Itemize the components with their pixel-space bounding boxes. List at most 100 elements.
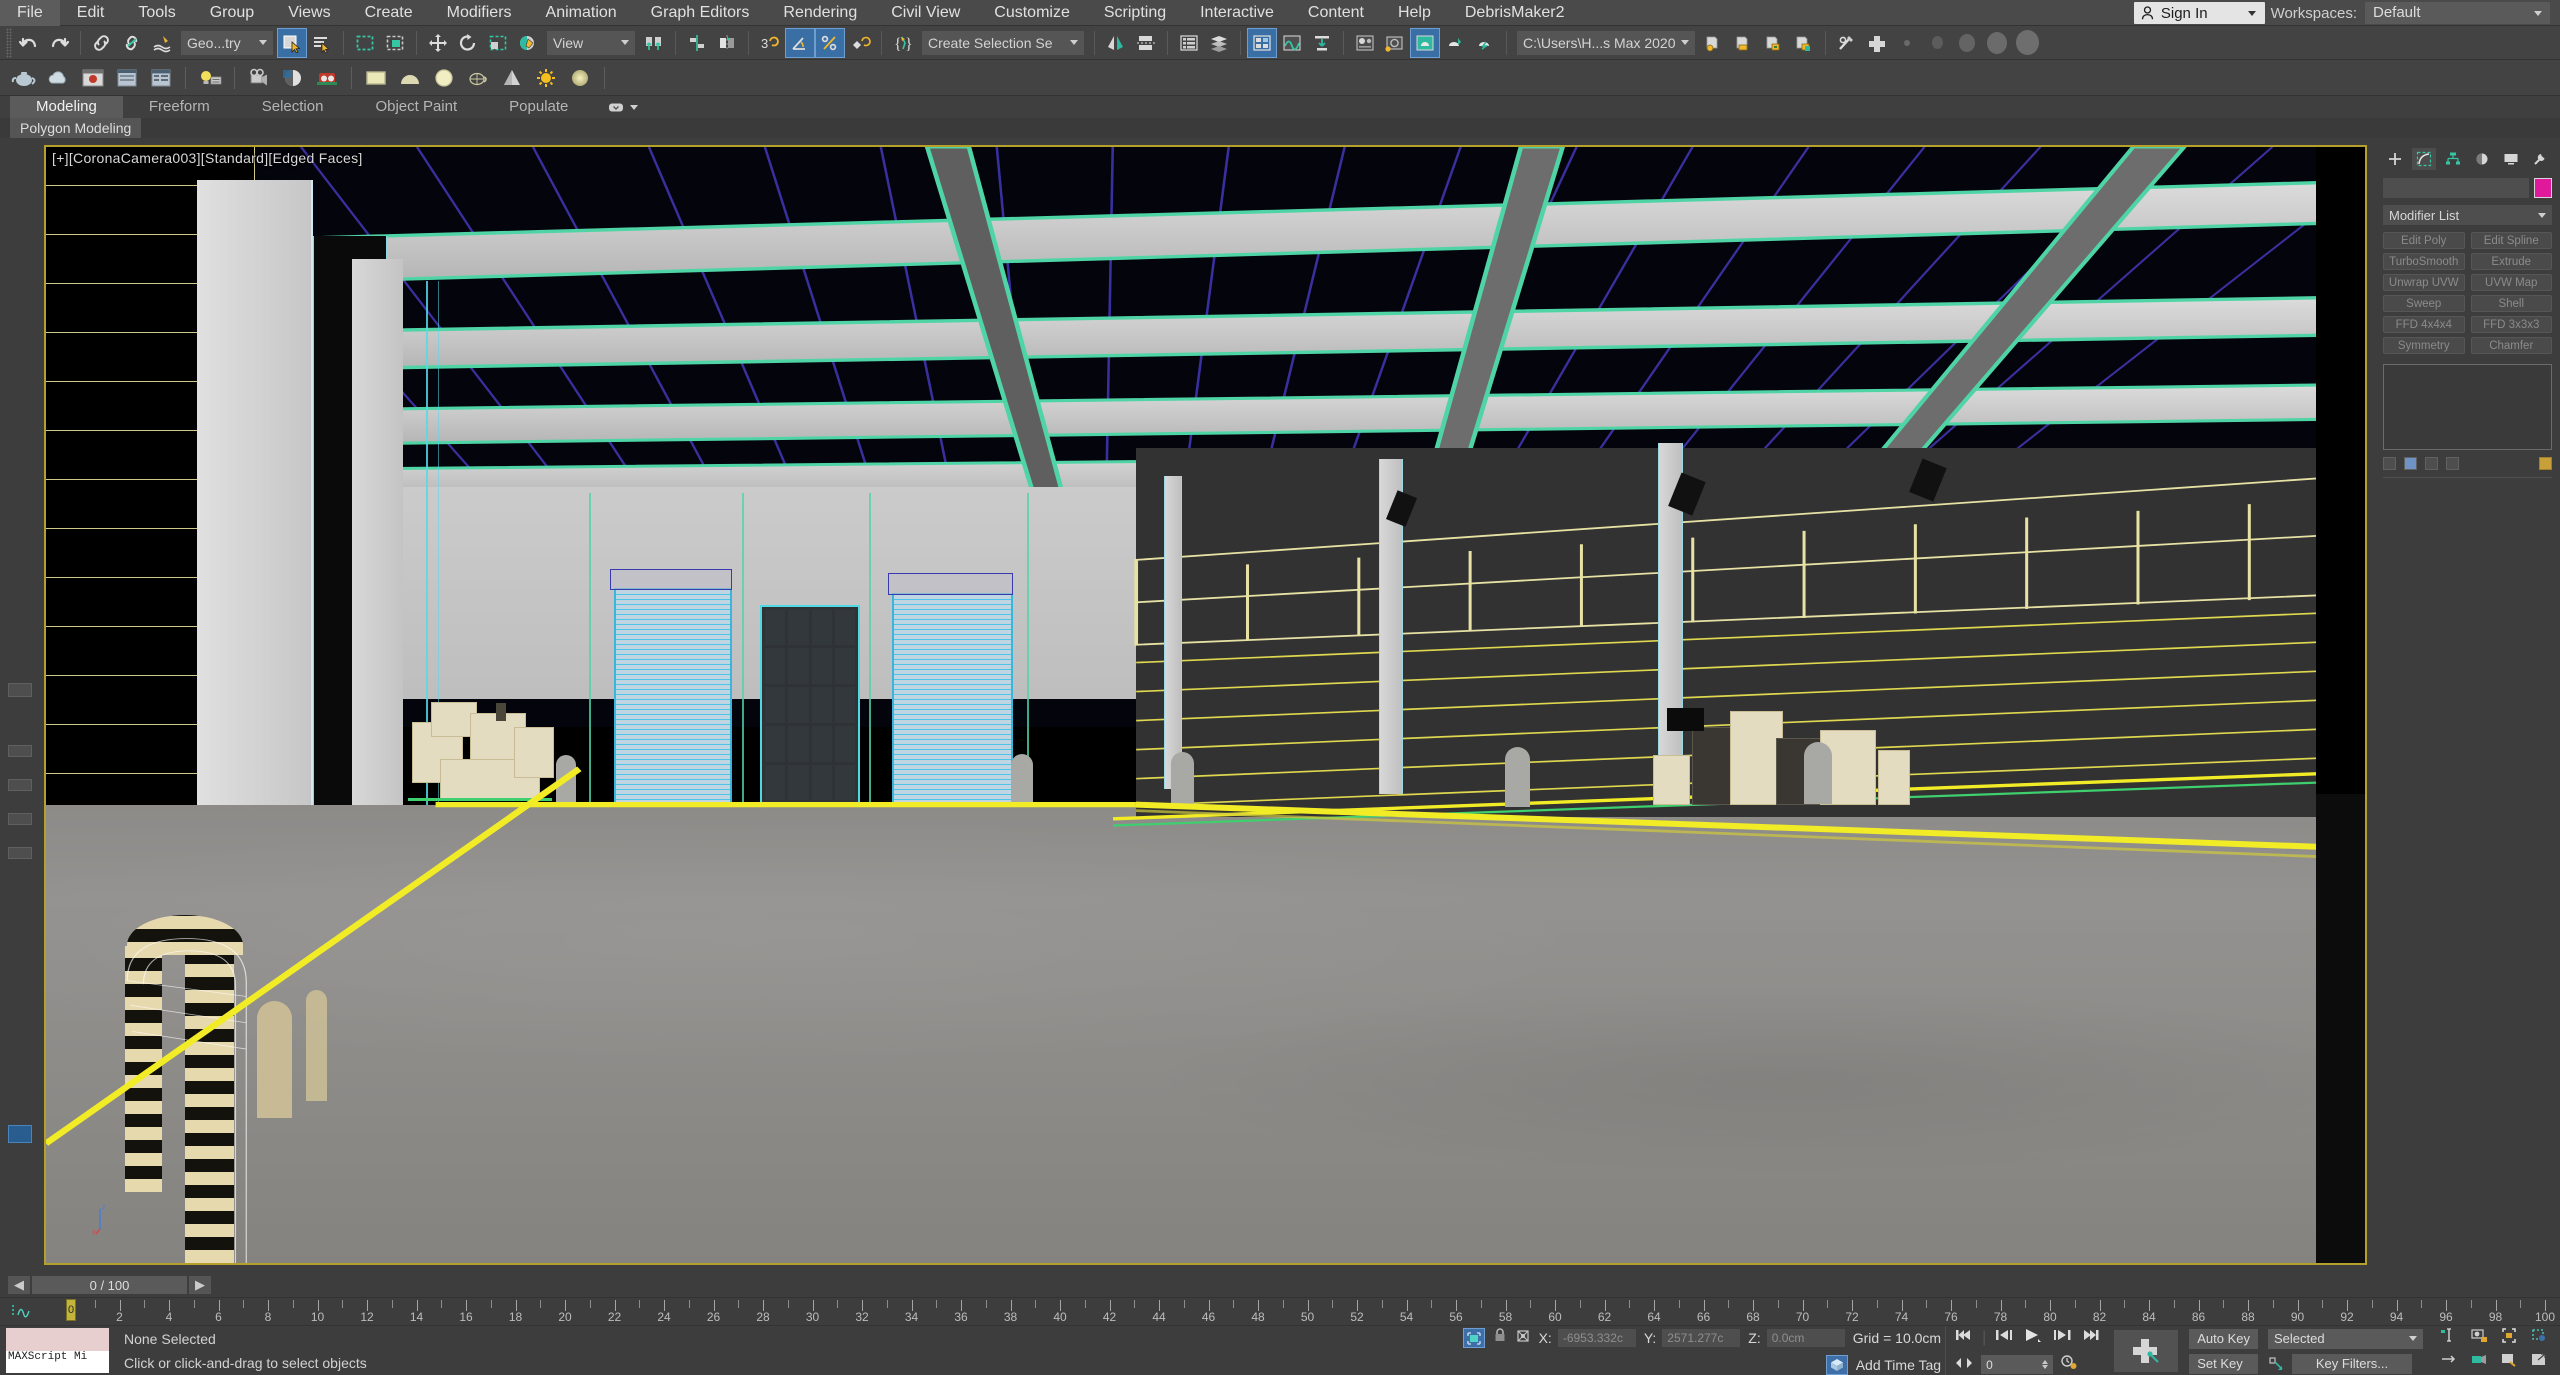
unlink-selection-button[interactable] (117, 28, 147, 58)
configure-modifier-sets-icon[interactable] (2539, 456, 2552, 470)
add-time-tag-button[interactable] (1825, 1355, 1848, 1375)
zoom-region-button[interactable] (2530, 1327, 2548, 1349)
undo-button[interactable] (14, 28, 44, 58)
mirror-geometry-button[interactable] (1101, 28, 1131, 58)
menu-interactive[interactable]: Interactive (1183, 0, 1291, 26)
menu-scripting[interactable]: Scripting (1087, 0, 1183, 26)
absolute-mode-button[interactable] (1515, 1328, 1531, 1349)
redo-button[interactable] (44, 28, 74, 58)
make-unique-icon[interactable] (2425, 456, 2438, 470)
sign-in-caret-icon[interactable] (2247, 10, 2256, 16)
modifier-uvw-map-button[interactable]: UVW Map (2470, 274, 2552, 291)
utilities-tab[interactable] (2528, 148, 2552, 170)
align-objects-button[interactable] (1131, 28, 1161, 58)
rail-tool-2[interactable] (8, 779, 32, 792)
cone-primitive-button[interactable] (495, 62, 529, 94)
modifier-turbosmooth-button[interactable]: TurboSmooth (2383, 253, 2465, 270)
pin-stack-icon[interactable] (2383, 456, 2396, 470)
menu-rendering[interactable]: Rendering (766, 0, 874, 26)
material-slot-2[interactable] (1922, 28, 1952, 58)
teapot-primitive-button[interactable] (461, 62, 495, 94)
zoom-button[interactable] (2440, 1327, 2458, 1349)
polygon-modeling-chip[interactable]: Polygon Modeling (10, 118, 142, 138)
select-by-name-button[interactable] (307, 28, 337, 58)
named-selection-set-combo[interactable]: Create Selection Se (922, 30, 1084, 55)
select-and-link-button[interactable] (87, 28, 117, 58)
select-and-rotate-button[interactable] (453, 28, 483, 58)
save-incremental-button[interactable] (1789, 28, 1819, 58)
scene-explorer-button[interactable] (1204, 28, 1234, 58)
goto-start-button[interactable] (1954, 1328, 1974, 1347)
percent-snap-toggle-button[interactable] (815, 27, 845, 58)
render-window-button[interactable] (76, 62, 110, 94)
modifier-edit-spline-button[interactable]: Edit Spline (2470, 232, 2552, 249)
key-mode-toggle-button[interactable] (1954, 1356, 1974, 1374)
bind-to-space-warp-button[interactable] (147, 28, 177, 58)
maxscript-output-line[interactable] (6, 1328, 109, 1351)
menu-group[interactable]: Group (193, 0, 271, 26)
modifier-sweep-button[interactable]: Sweep (2383, 295, 2465, 312)
render-iterative-button[interactable] (1470, 28, 1500, 58)
pan-button[interactable] (2440, 1352, 2458, 1372)
zoom-all-button[interactable] (2470, 1327, 2489, 1349)
menu-create[interactable]: Create (348, 0, 430, 26)
snap-toggle-3d-button[interactable]: 3 (755, 28, 785, 58)
rendered-frame-window-button[interactable] (1410, 27, 1440, 58)
cloud-preview-button[interactable] (42, 62, 76, 94)
motion-tab[interactable] (2470, 148, 2494, 170)
object-color-swatch[interactable] (2534, 178, 2552, 198)
menu-customize[interactable]: Customize (977, 0, 1087, 26)
utilities-button[interactable] (1832, 28, 1862, 58)
rail-expand-button[interactable] (8, 682, 32, 697)
y-value-field[interactable]: 2571.277c (1662, 1329, 1741, 1347)
material-editor-button[interactable] (1350, 28, 1380, 58)
display-tab[interactable] (2499, 148, 2523, 170)
maxscript-input-line[interactable]: MAXScript Mi (6, 1350, 109, 1373)
z-value-field[interactable]: 0.0cm (1766, 1329, 1845, 1347)
rail-tool-1[interactable] (8, 745, 32, 758)
mirror-button[interactable] (712, 28, 742, 58)
ribbon-overflow-button[interactable] (594, 96, 652, 118)
key-selection-combo[interactable]: Selected (2268, 1328, 2423, 1349)
select-and-scale-button[interactable] (483, 28, 513, 58)
use-pivot-point-center-button[interactable] (639, 28, 669, 58)
set-key-plus-button[interactable] (2114, 1330, 2179, 1372)
modifier-list-dropdown[interactable]: Modifier List (2383, 205, 2552, 225)
render-production-button[interactable] (1440, 28, 1470, 58)
prev-key-button[interactable] (1994, 1328, 2014, 1347)
sphere-light-button[interactable] (563, 62, 597, 94)
set-key-filter-icon[interactable] (2268, 1356, 2286, 1372)
maxscript-mini-listener[interactable]: MAXScript Mi (0, 1326, 112, 1375)
material-slot-4[interactable] (1982, 28, 2012, 58)
schematic-view-button[interactable] (1307, 28, 1337, 58)
filter-geometry-combo[interactable]: Geo...try (181, 30, 273, 55)
select-object-button[interactable] (277, 27, 307, 58)
track-bar[interactable]: 0246810121416182022242628303234363840424… (0, 1297, 2560, 1325)
workspace-select[interactable]: Default (2365, 2, 2550, 24)
open-scene-button[interactable] (1699, 28, 1729, 58)
toggle-scene-explorer-button[interactable] (1247, 27, 1277, 58)
add-time-tag-label[interactable]: Add Time Tag (1856, 1357, 1941, 1373)
menu-civil-view[interactable]: Civil View (874, 0, 977, 26)
object-name-input[interactable] (2383, 178, 2529, 198)
add-button[interactable] (1862, 28, 1892, 58)
ribbon-tab-modeling[interactable]: Modeling (10, 96, 123, 118)
rail-tool-active[interactable] (8, 1125, 32, 1144)
x-value-field[interactable]: -6953.332c (1557, 1329, 1636, 1347)
edit-named-selection-sets-button[interactable]: { } (888, 28, 918, 58)
material-slot-5[interactable] (2012, 28, 2042, 58)
sign-in-button[interactable]: Sign In (2133, 2, 2265, 24)
material-slot-1[interactable] (1892, 28, 1922, 58)
create-tab[interactable] (2383, 148, 2407, 170)
time-slider-handle[interactable]: 0 (66, 1299, 76, 1321)
prev-frame-button[interactable]: ◀ (8, 1276, 30, 1294)
next-frame-button[interactable]: ▶ (189, 1276, 211, 1294)
teapot-preview-button[interactable] (8, 62, 42, 94)
modifier-ffd-3x3x3-button[interactable]: FFD 3x3x3 (2470, 316, 2552, 333)
spinner-snap-toggle-button[interactable] (845, 28, 875, 58)
sun-light-button[interactable] (529, 62, 563, 94)
menu-animation[interactable]: Animation (529, 0, 634, 26)
modifier-ffd-4x4x4-button[interactable]: FFD 4x4x4 (2383, 316, 2465, 333)
modifier-edit-poly-button[interactable]: Edit Poly (2383, 232, 2465, 249)
modifier-stack-list[interactable] (2383, 364, 2552, 450)
